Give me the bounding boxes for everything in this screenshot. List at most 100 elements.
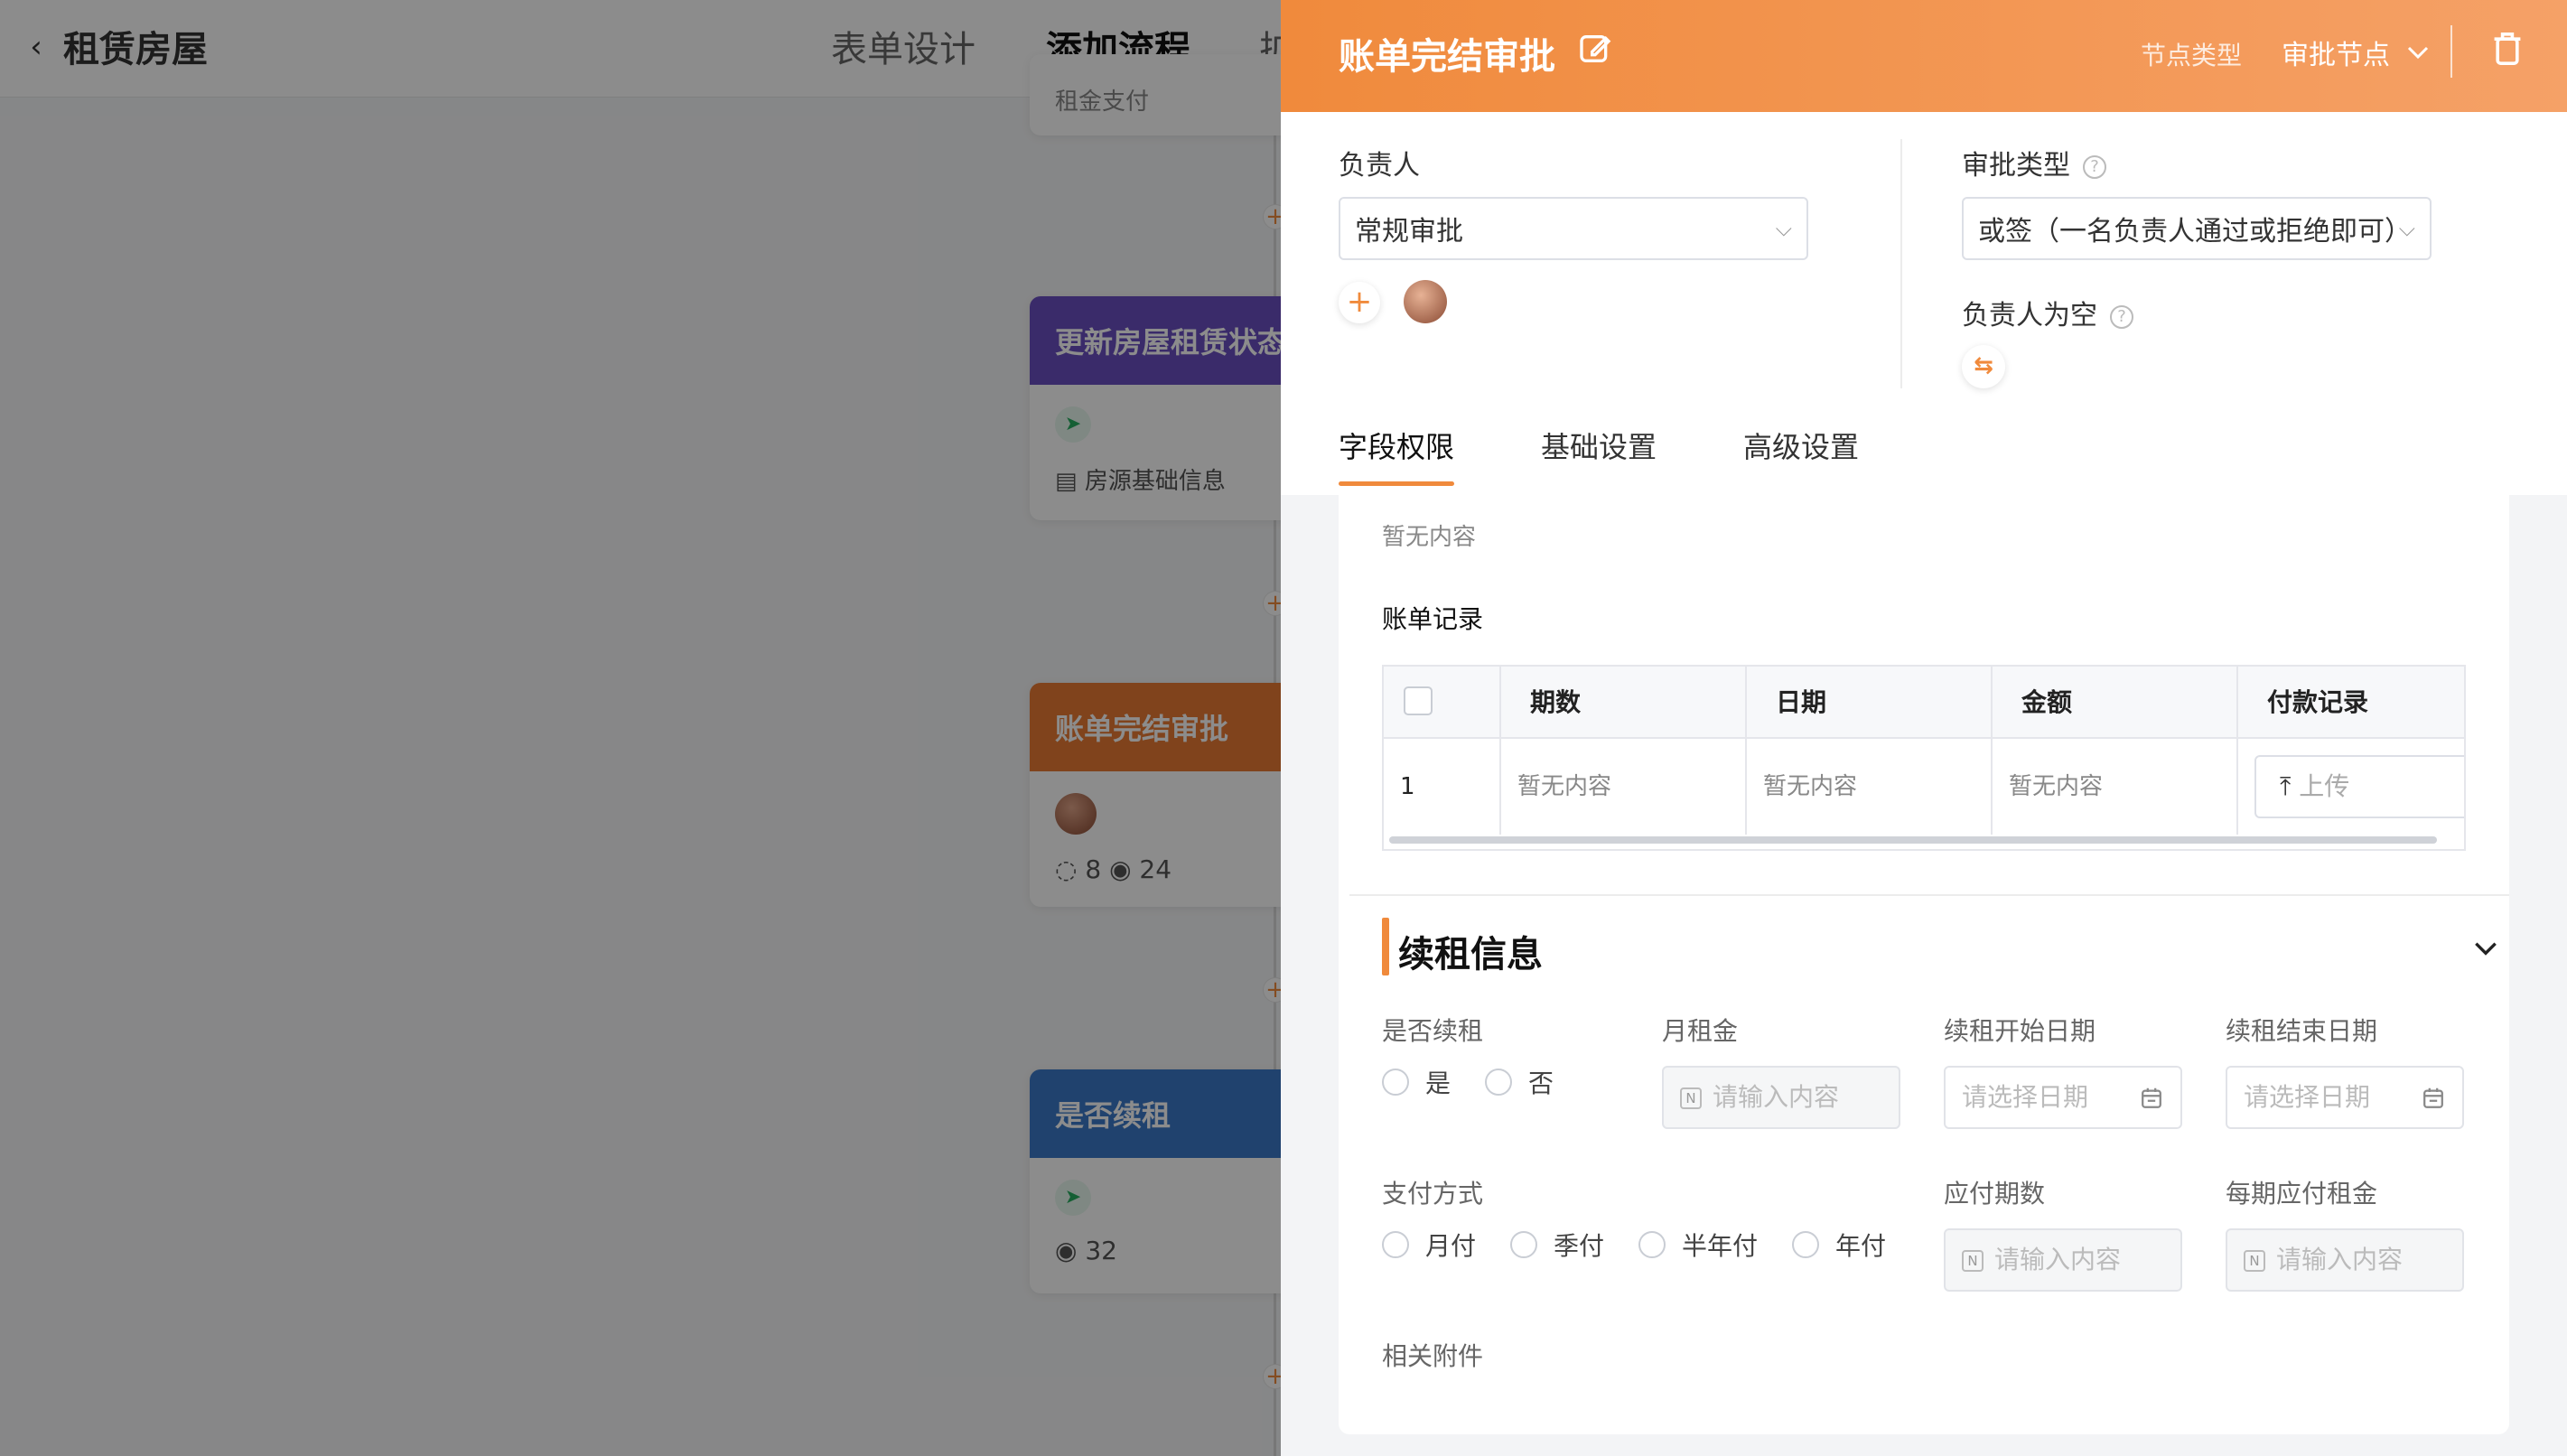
bill-records-table: 期数 日期 金额 付款记录 1 暂无内容 暂无内容 暂无内容 ⤒ 上传 xyxy=(1382,665,2466,851)
tab-field-permissions[interactable]: 字段权限 xyxy=(1339,425,1455,486)
radio-circle[interactable] xyxy=(1382,1231,1409,1258)
select-all-checkbox[interactable] xyxy=(1404,686,1433,715)
radio-circle[interactable] xyxy=(1638,1231,1666,1258)
radio-option-yes[interactable]: 是 xyxy=(1382,1064,1451,1100)
approval-type-select[interactable]: 或签（一名负责人通过或拒绝即可） ⌵ xyxy=(1962,197,2432,260)
rent-per-period-input[interactable]: N 请输入内容 xyxy=(2226,1228,2464,1292)
input-placeholder: 请输入内容 xyxy=(1994,1245,2122,1274)
payment-method-radio-group: 月付 季付 半年付 年付 xyxy=(1382,1227,1920,1263)
radio-circle[interactable] xyxy=(1485,1069,1513,1096)
monthly-rent-label: 月租金 xyxy=(1662,1016,1739,1046)
node-type-value: 审批节点 xyxy=(2282,40,2390,71)
owner-type-value: 常规审批 xyxy=(1355,216,1463,247)
radio-label: 否 xyxy=(1528,1069,1554,1098)
field-permission-content: 暂无内容 账单记录 期数 日期 金额 付款记录 1 暂无内容 暂无内容 暂无内容… xyxy=(1339,495,2509,1434)
avatar[interactable] xyxy=(1404,280,1447,323)
owner-label: 负责人 xyxy=(1339,150,1420,182)
radio-circle[interactable] xyxy=(1510,1231,1538,1258)
input-placeholder: 请输入内容 xyxy=(1713,1082,1840,1112)
approval-type-label-wrap: 审批类型? xyxy=(1962,143,2106,182)
rent-per-period-label: 每期应付租金 xyxy=(2226,1179,2378,1209)
chevron-down-icon[interactable] xyxy=(2471,934,2500,963)
swap-icon[interactable]: ⇆ xyxy=(1962,345,2005,388)
section-divider xyxy=(1349,894,2509,896)
radio-label: 半年付 xyxy=(1682,1231,1759,1261)
help-icon[interactable]: ? xyxy=(2110,304,2133,329)
help-icon[interactable]: ? xyxy=(2083,154,2106,179)
table-row: 1 暂无内容 暂无内容 暂无内容 ⤒ 上传 xyxy=(1384,739,2464,835)
radio-option-no[interactable]: 否 xyxy=(1485,1064,1554,1100)
column-header: 期数 xyxy=(1501,667,1747,739)
chevron-down-icon xyxy=(2407,46,2429,60)
row-index: 1 xyxy=(1384,739,1501,835)
payment-method-label: 支付方式 xyxy=(1382,1179,1484,1209)
tab-basic-settings[interactable]: 基础设置 xyxy=(1541,425,1657,486)
column-header: 付款记录 xyxy=(2267,687,2369,717)
renew-end-label: 续租结束日期 xyxy=(2226,1016,2378,1046)
periods-label: 应付期数 xyxy=(1944,1179,2046,1209)
is-renew-radio-group: 是 否 xyxy=(1382,1064,1588,1100)
upload-icon: ⤒ xyxy=(2280,771,2300,801)
date-cell: 暂无内容 xyxy=(1747,739,1993,835)
node-type-select[interactable]: 审批节点 xyxy=(2282,33,2430,72)
radio-label: 是 xyxy=(1425,1069,1452,1098)
input-placeholder: 请选择日期 xyxy=(2244,1082,2371,1112)
radio-option-quarterly[interactable]: 季付 xyxy=(1510,1227,1604,1263)
node-config-drawer: 账单完结审批 节点类型 审批节点 负责人 常规审批 ⌵ + 审批类型? 或签（一… xyxy=(1281,0,2567,1456)
calendar-icon xyxy=(2142,1087,2161,1108)
column-header: 日期 xyxy=(1747,667,1993,739)
number-icon: N xyxy=(1680,1087,1702,1109)
header-divider xyxy=(2450,25,2452,78)
tab-advanced-settings[interactable]: 高级设置 xyxy=(1743,425,1859,486)
vertical-divider xyxy=(1900,139,1902,388)
attachments-label: 相关附件 xyxy=(1382,1341,1484,1371)
empty-owner-label: 负责人为空 xyxy=(1962,300,2097,331)
chevron-down-icon: ⌵ xyxy=(2398,216,2415,241)
input-placeholder: 请选择日期 xyxy=(1962,1082,2089,1112)
is-renew-label: 是否续租 xyxy=(1382,1016,1484,1046)
renew-start-date-input[interactable]: 请选择日期 xyxy=(1944,1066,2182,1129)
radio-option-yearly[interactable]: 年付 xyxy=(1792,1227,1886,1263)
radio-label: 年付 xyxy=(1835,1231,1887,1261)
renew-section-title: 续租信息 xyxy=(1398,934,1543,975)
upload-label: 上传 xyxy=(2299,771,2350,801)
trash-icon[interactable] xyxy=(2491,31,2524,67)
radio-circle[interactable] xyxy=(1382,1069,1409,1096)
drawer-header: 账单完结审批 节点类型 审批节点 xyxy=(1281,0,2567,112)
empty-owner-label-wrap: 负责人为空? xyxy=(1962,293,2133,332)
number-icon: N xyxy=(1962,1250,1984,1272)
radio-label: 季付 xyxy=(1554,1231,1605,1261)
renew-start-label: 续租开始日期 xyxy=(1944,1016,2096,1046)
empty-content-text: 暂无内容 xyxy=(1382,524,1477,551)
upload-button[interactable]: ⤒ 上传 xyxy=(2254,755,2464,818)
payment-record-cell: ⤒ 上传 xyxy=(2238,739,2464,835)
drawer-title: 账单完结审批 xyxy=(1339,36,1555,78)
add-owner-button[interactable]: + xyxy=(1339,282,1380,323)
modal-overlay[interactable] xyxy=(0,0,1281,1456)
column-header: 金额 xyxy=(1993,667,2238,739)
radio-option-monthly[interactable]: 月付 xyxy=(1382,1227,1476,1263)
edit-icon[interactable] xyxy=(1577,31,1613,67)
periods-input[interactable]: N 请输入内容 xyxy=(1944,1228,2182,1292)
amount-cell: 暂无内容 xyxy=(1993,739,2238,835)
settings-tabs: 字段权限 基础设置 高级设置 xyxy=(1339,425,1946,486)
radio-option-half-year[interactable]: 半年付 xyxy=(1638,1227,1758,1263)
horizontal-scrollbar[interactable] xyxy=(1389,836,2437,844)
bill-records-title: 账单记录 xyxy=(1382,604,1484,634)
monthly-rent-input[interactable]: N 请输入内容 xyxy=(1662,1066,1900,1129)
select-all-cell xyxy=(1384,667,1501,739)
chevron-down-icon: ⌵ xyxy=(1775,216,1792,241)
number-icon: N xyxy=(2244,1250,2265,1272)
input-placeholder: 请输入内容 xyxy=(2276,1245,2404,1274)
radio-circle[interactable] xyxy=(1792,1231,1820,1258)
calendar-icon xyxy=(2423,1087,2443,1108)
period-cell: 暂无内容 xyxy=(1501,739,1747,835)
approval-type-label: 审批类型 xyxy=(1962,150,2070,182)
section-accent-bar xyxy=(1382,918,1389,975)
node-type-label: 节点类型 xyxy=(2141,41,2243,70)
renew-end-date-input[interactable]: 请选择日期 xyxy=(2226,1066,2464,1129)
table-header: 期数 日期 金额 付款记录 xyxy=(1384,667,2464,739)
owner-type-select[interactable]: 常规审批 ⌵ xyxy=(1339,197,1808,260)
node-settings-panel: 负责人 常规审批 ⌵ + 审批类型? 或签（一名负责人通过或拒绝即可） ⌵ 负责… xyxy=(1281,112,2567,495)
approval-type-value: 或签（一名负责人通过或拒绝即可） xyxy=(1978,216,2412,247)
